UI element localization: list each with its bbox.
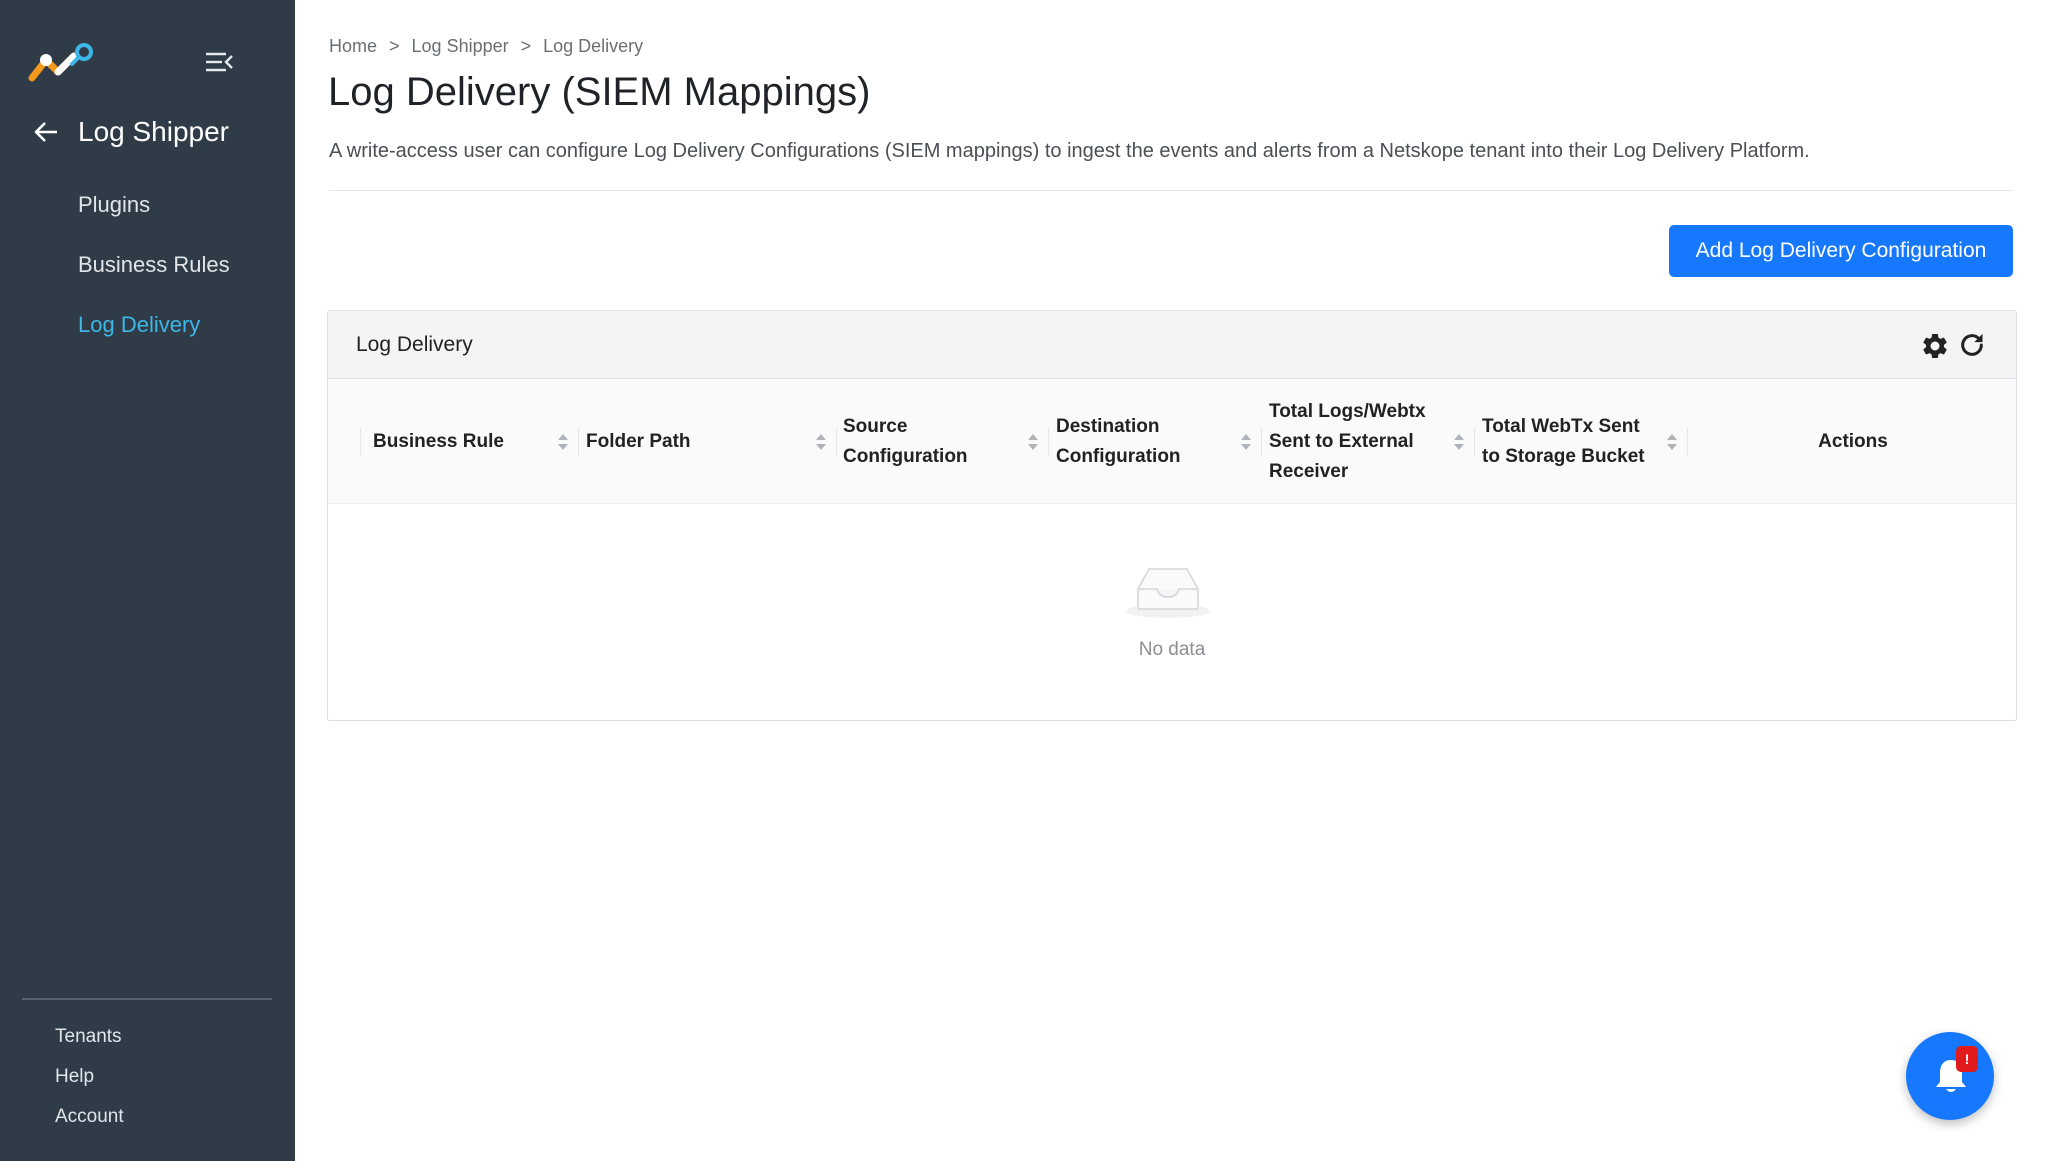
column-label: Source Configuration [843, 415, 968, 467]
sidebar-item-tenants[interactable]: Tenants [55, 1022, 124, 1062]
breadcrumb-log-shipper[interactable]: Log Shipper [412, 36, 509, 57]
column-header-actions: Actions [1688, 379, 2018, 504]
column-separator [578, 427, 579, 457]
notifications-button[interactable]: ! [1906, 1032, 1994, 1120]
column-label: Actions [1818, 430, 1888, 452]
back-arrow-icon [34, 122, 57, 142]
empty-inbox-icon [1126, 568, 1210, 618]
refresh-icon[interactable] [1958, 331, 1986, 359]
sort-icon[interactable] [1027, 432, 1039, 452]
breadcrumb: Home > Log Shipper > Log Delivery [329, 36, 643, 57]
column-label: Business Rule [373, 430, 504, 452]
header-divider [329, 190, 2013, 191]
sidebar-item-help[interactable]: Help [55, 1062, 124, 1102]
log-delivery-table-card: Log Delivery Business Rule Folder Path S… [327, 310, 2017, 721]
sidebar-nav: Plugins Business Rules Log Delivery [78, 188, 230, 368]
sidebar-item-account[interactable]: Account [55, 1102, 124, 1142]
sort-icon[interactable] [1453, 432, 1465, 452]
sidebar-section-title: Log Shipper [78, 116, 230, 147]
sort-icon[interactable] [815, 432, 827, 452]
column-header-folder-path[interactable]: Folder Path [586, 379, 831, 504]
sort-icon[interactable] [1666, 432, 1678, 452]
column-separator [1474, 427, 1475, 457]
gear-icon[interactable] [1920, 331, 1950, 361]
table-card-title: Log Delivery [356, 333, 473, 356]
sidebar-item-business-rules[interactable]: Business Rules [78, 248, 230, 308]
page-description: A write-access user can configure Log De… [329, 140, 1810, 162]
column-header-source-configuration[interactable]: Source Configuration [843, 379, 1043, 504]
table-header-row: Business Rule Folder Path Source Configu… [328, 379, 2016, 504]
sort-icon[interactable] [1240, 432, 1252, 452]
column-separator [360, 427, 361, 457]
column-separator [1261, 427, 1262, 457]
sidebar-divider [22, 998, 272, 1000]
notification-badge: ! [1956, 1046, 1978, 1072]
table-card-header: Log Delivery [328, 311, 2016, 379]
breadcrumb-log-delivery: Log Delivery [543, 36, 644, 56]
app-root: Log Shipper Plugins Business Rules Log D… [0, 0, 2048, 1161]
column-header-total-logs-sent-external[interactable]: Total Logs/Webtx Sent to External Receiv… [1269, 379, 1469, 504]
empty-state-text: No data [1138, 639, 1206, 660]
column-label: Total Logs/Webtx Sent to External Receiv… [1269, 400, 1426, 482]
back-to-log-shipper[interactable]: Log Shipper [32, 116, 229, 148]
sidebar-item-log-delivery[interactable]: Log Delivery [78, 308, 230, 368]
sidebar: Log Shipper Plugins Business Rules Log D… [0, 0, 295, 1161]
breadcrumb-separator: > [389, 36, 400, 56]
column-header-total-webtx-storage-bucket[interactable]: Total WebTx Sent to Storage Bucket [1482, 379, 1682, 504]
netskope-logo[interactable] [28, 42, 98, 82]
page-title: Log Delivery (SIEM Mappings) [328, 70, 871, 114]
column-label: Folder Path [586, 430, 691, 452]
column-separator [836, 427, 837, 457]
main-content: Home > Log Shipper > Log Delivery Log De… [295, 0, 2048, 1161]
column-header-destination-configuration[interactable]: Destination Configuration [1056, 379, 1256, 504]
table-empty-state: No data [328, 504, 2016, 721]
column-label: Destination Configuration [1056, 415, 1181, 467]
column-header-business-rule[interactable]: Business Rule [373, 379, 573, 504]
sidebar-bottom-nav: Tenants Help Account [55, 1022, 124, 1142]
menu-collapse-icon[interactable] [204, 50, 234, 74]
sort-icon[interactable] [557, 432, 569, 452]
add-log-delivery-configuration-button[interactable]: Add Log Delivery Configuration [1669, 225, 2013, 277]
sidebar-item-plugins[interactable]: Plugins [78, 188, 230, 248]
column-label: Total WebTx Sent to Storage Bucket [1482, 415, 1645, 467]
breadcrumb-home[interactable]: Home [329, 36, 377, 57]
breadcrumb-separator: > [520, 36, 532, 56]
column-separator [1048, 427, 1049, 457]
